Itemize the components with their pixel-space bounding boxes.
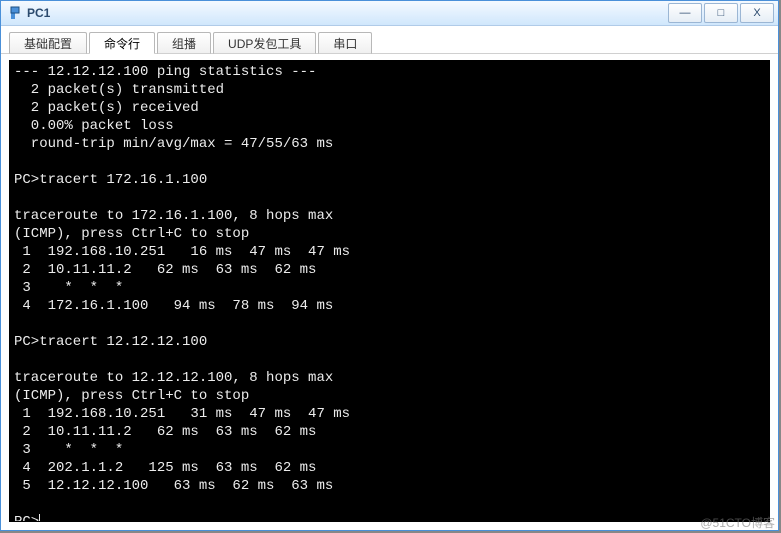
tab-label: 命令行 (104, 35, 140, 52)
minimize-icon: — (680, 8, 691, 19)
tab-bar: 基础配置 命令行 组播 UDP发包工具 串口 (1, 26, 778, 54)
tab-label: UDP发包工具 (228, 35, 301, 52)
terminal-cursor (39, 514, 40, 522)
maximize-button[interactable]: □ (704, 3, 738, 23)
app-window: PC1 — □ X 基础配置 命令行 组播 UDP发包工具 串口 --- 12.… (0, 0, 779, 531)
terminal[interactable]: --- 12.12.12.100 ping statistics --- 2 p… (9, 60, 770, 522)
tab-multicast[interactable]: 组播 (157, 32, 211, 54)
tab-label: 组播 (172, 35, 196, 52)
minimize-button[interactable]: — (668, 3, 702, 23)
terminal-container: --- 12.12.12.100 ping statistics --- 2 p… (1, 54, 778, 530)
maximize-icon: □ (718, 8, 725, 19)
tab-label: 基础配置 (24, 35, 72, 52)
close-icon: X (753, 8, 760, 19)
tab-serial[interactable]: 串口 (318, 32, 372, 54)
close-button[interactable]: X (740, 3, 774, 23)
window-title: PC1 (27, 6, 50, 20)
tab-command-line[interactable]: 命令行 (89, 32, 155, 54)
titlebar[interactable]: PC1 — □ X (1, 0, 778, 26)
tab-basic-config[interactable]: 基础配置 (9, 32, 87, 54)
terminal-prompt: PC> (14, 514, 39, 522)
tab-label: 串口 (333, 35, 357, 52)
tab-udp-tool[interactable]: UDP发包工具 (213, 32, 316, 54)
app-icon (7, 5, 23, 21)
